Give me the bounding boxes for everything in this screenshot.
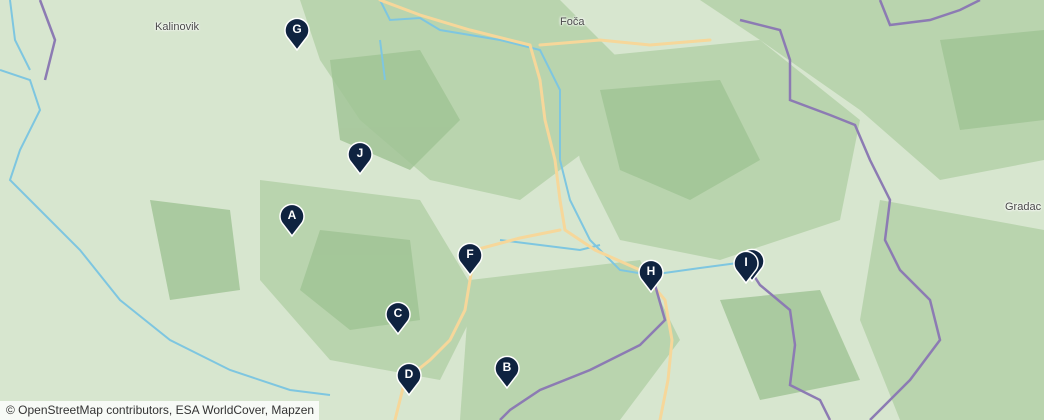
place-label-foca: Foča bbox=[560, 16, 585, 28]
marker-letter: G bbox=[292, 22, 302, 36]
map-marker-i[interactable]: I bbox=[733, 250, 759, 284]
map-attribution[interactable]: © OpenStreetMap contributors, ESA WorldC… bbox=[0, 401, 320, 420]
marker-letter: F bbox=[466, 247, 474, 261]
marker-letter: I bbox=[744, 255, 748, 269]
place-label-gradac: Gradac bbox=[1005, 201, 1042, 213]
map-marker-c[interactable]: C bbox=[385, 301, 411, 335]
map-marker-j[interactable]: J bbox=[347, 141, 373, 175]
map-marker-a[interactable]: A bbox=[279, 203, 305, 237]
map-marker-g[interactable]: G bbox=[284, 17, 310, 51]
map-marker-b[interactable]: B bbox=[494, 355, 520, 389]
marker-letter: C bbox=[393, 306, 403, 320]
marker-letter: B bbox=[502, 360, 512, 374]
marker-letter: J bbox=[356, 146, 364, 160]
map-view[interactable]: Kalinovik Foča Gradac G J A F H I C B D bbox=[0, 0, 1044, 420]
map-marker-d[interactable]: D bbox=[396, 362, 422, 396]
map-marker-f[interactable]: F bbox=[457, 242, 483, 276]
marker-letter: D bbox=[404, 367, 414, 381]
marker-letter: A bbox=[287, 208, 297, 222]
map-marker-h[interactable]: H bbox=[638, 259, 664, 293]
map-terrain bbox=[0, 0, 1044, 420]
place-label-kalinovik: Kalinovik bbox=[155, 21, 200, 33]
marker-letter: H bbox=[646, 264, 656, 278]
